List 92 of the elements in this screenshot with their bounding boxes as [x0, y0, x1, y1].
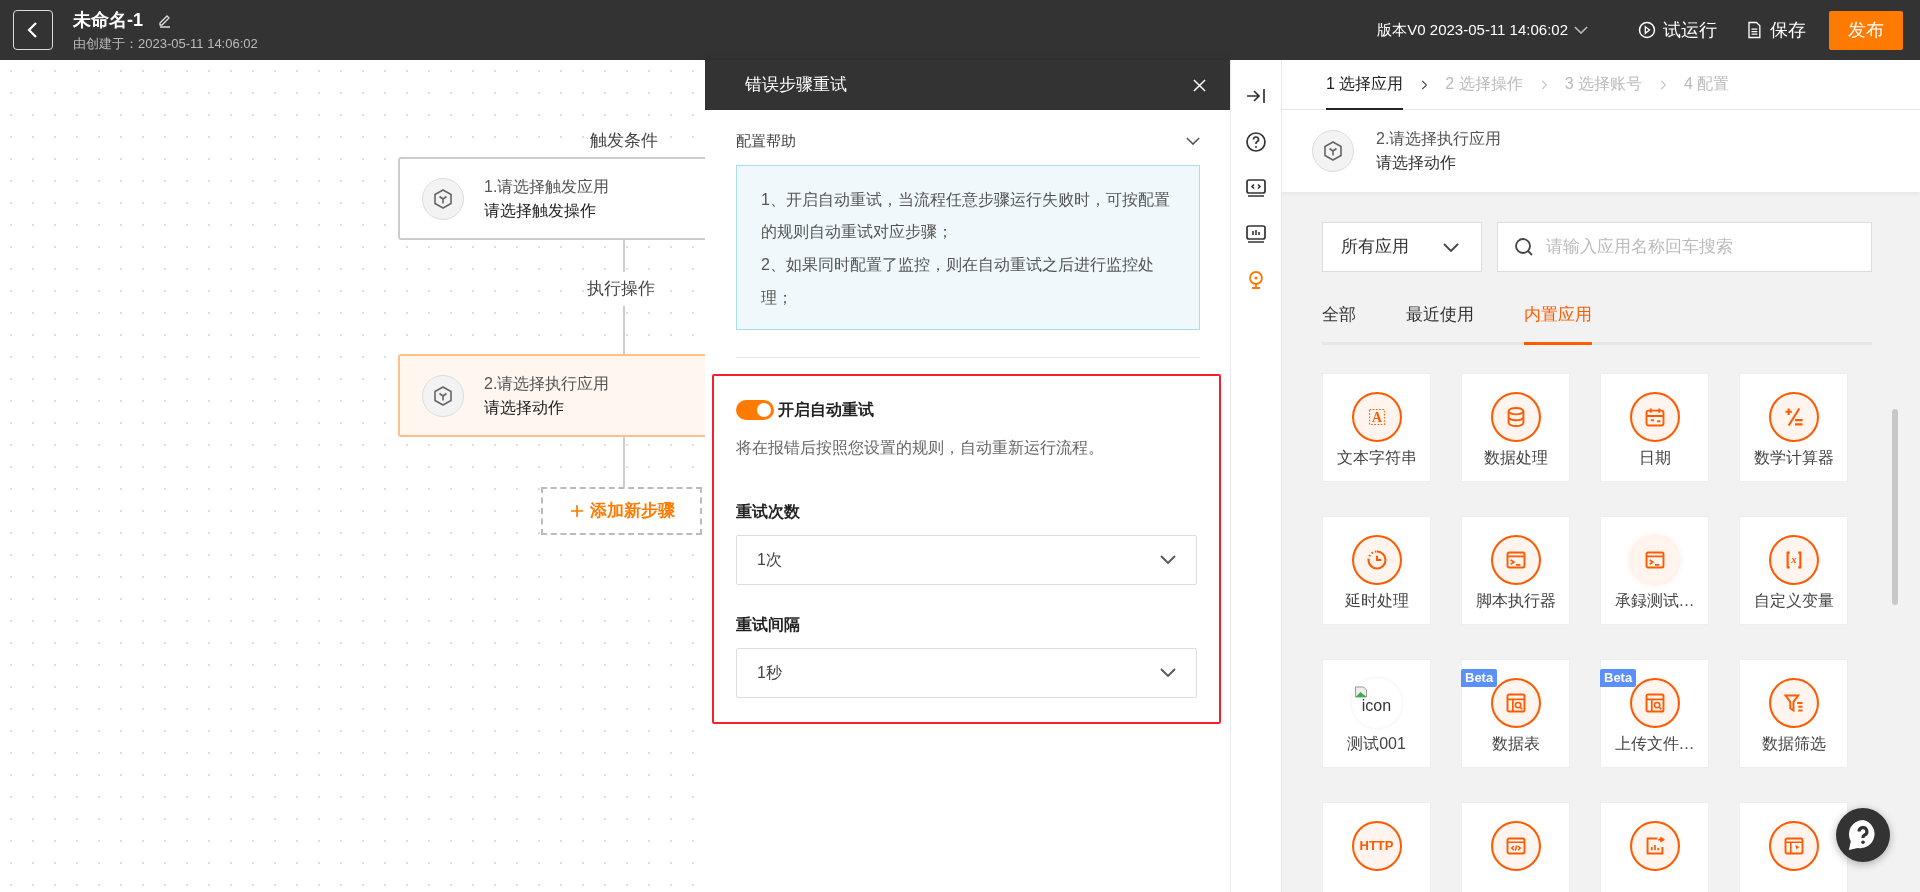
- field-label: 重试间隔: [736, 614, 801, 635]
- panel-title: 错误步骤重试: [745, 74, 847, 97]
- cube-icon: [431, 186, 455, 211]
- app-subtitle: 请选择动作: [1376, 153, 1457, 173]
- app-name: 测试001: [1347, 733, 1406, 754]
- app-card[interactable]: 延时处理: [1322, 515, 1431, 625]
- node-title: 2.请选择执行应用: [484, 373, 610, 394]
- chevron-icon: [1160, 555, 1176, 565]
- app-card[interactable]: 数据处理: [1461, 372, 1570, 482]
- cube-icon: [431, 383, 455, 408]
- select-field[interactable]: 1秒: [736, 647, 1197, 698]
- flow-title: 未命名-1: [73, 8, 143, 32]
- app-name: 上传文件…: [1614, 733, 1695, 754]
- help-icon[interactable]: [1244, 130, 1268, 154]
- flow-node[interactable]: 1.请选择触发应用 请选择触发操作: [398, 157, 705, 240]
- select-field[interactable]: 1次: [736, 534, 1197, 585]
- cube-icon: [1321, 139, 1345, 163]
- chart-icon[interactable]: [1244, 222, 1268, 246]
- node-subtitle: 请选择动作: [484, 397, 565, 418]
- app-title: 2.请选择执行应用: [1376, 129, 1502, 149]
- field-label: 重试次数: [736, 501, 801, 522]
- beta-badge: Beta: [1600, 668, 1637, 687]
- back-button[interactable]: [13, 10, 53, 50]
- help-toggle[interactable]: 配置帮助: [736, 130, 1200, 153]
- chevron-icon: [1160, 668, 1176, 678]
- chevron-icon: [1186, 137, 1200, 146]
- letter-a-icon: A: [1351, 391, 1402, 442]
- app-name: 数据筛选: [1761, 733, 1826, 754]
- flow-node[interactable]: 2.请选择执行应用 请选择动作: [398, 354, 705, 437]
- help-text: 2、如果同时配置了监控，则在自动重试之后进行监控处理；: [761, 255, 1155, 308]
- app-name: 数据处理: [1483, 447, 1548, 468]
- help-text: 1、开启自动重试，当流程任意步骤运行失败时，可按配置的规则自动重试对应步骤；: [761, 189, 1171, 243]
- search-icon: [1515, 238, 1533, 256]
- app-card[interactable]: Beta 数据表: [1461, 658, 1570, 768]
- node-subtitle: 请选择触发操作: [484, 200, 597, 221]
- app-card[interactable]: 日期: [1600, 372, 1709, 482]
- app-card[interactable]: 脚本执行器: [1461, 515, 1570, 625]
- app-name: 文本字符串: [1336, 447, 1417, 468]
- caret-icon: [1443, 242, 1459, 252]
- save-button[interactable]: 保存: [1734, 16, 1816, 44]
- play-icon: [1637, 20, 1657, 40]
- app-name: 延时处理: [1344, 590, 1409, 611]
- back-icon: [26, 20, 40, 40]
- terminal-icon: [1629, 534, 1680, 585]
- app-card[interactable]: x 自定义变量: [1739, 515, 1848, 625]
- code-window-icon: [1490, 820, 1541, 871]
- app-card[interactable]: 数据筛选: [1739, 658, 1848, 768]
- scrollbar[interactable]: [1892, 409, 1898, 605]
- app-card[interactable]: A 文本字符串: [1322, 372, 1431, 482]
- broken-image-icon: [1353, 685, 1368, 698]
- toggle-switch[interactable]: [736, 399, 774, 420]
- close-icon: [1193, 78, 1206, 92]
- created-time: 由创建于：2023-05-11 14:06:02: [73, 34, 258, 53]
- calendar-icon: [1629, 391, 1680, 442]
- toggle-label: 开启自动重试: [777, 399, 874, 420]
- http-icon: HTTP: [1351, 820, 1402, 871]
- help-icon: [1848, 820, 1878, 850]
- run-button[interactable]: 试运行: [1627, 16, 1727, 44]
- app-card[interactable]: Beta 上传文件…: [1600, 658, 1709, 768]
- database-icon: [1490, 391, 1541, 442]
- caret-icon: [1574, 26, 1588, 34]
- chart-export-icon: [1629, 820, 1680, 871]
- code-icon[interactable]: [1244, 176, 1268, 200]
- app-card[interactable]: 数学计算器: [1739, 372, 1848, 482]
- app-name: 脚本执行器: [1475, 590, 1556, 611]
- app-card[interactable]: 承録测试…: [1600, 515, 1709, 625]
- search-field[interactable]: 请输入应用名称回车搜索: [1497, 222, 1872, 272]
- alt-text: icon: [1361, 695, 1392, 716]
- terminal-icon: [1490, 534, 1541, 585]
- beta-badge: Beta: [1461, 668, 1498, 687]
- close-button[interactable]: [1193, 78, 1206, 92]
- description-text: 将在报错后按照您设置的规则，自动重新运行流程。: [736, 437, 1105, 458]
- step-label: 执行操作: [587, 272, 655, 306]
- node-title: 1.请选择触发应用: [484, 176, 610, 197]
- clock-icon: [1351, 534, 1402, 585]
- category-tab[interactable]: 最近使用: [1406, 302, 1474, 345]
- help-button[interactable]: [1836, 808, 1890, 862]
- window-cursor-icon: [1768, 820, 1819, 871]
- version-dropdown[interactable]: 版本V0 2023-05-11 14:06:02: [1367, 18, 1598, 42]
- category-tab[interactable]: 全部: [1322, 302, 1356, 345]
- app-name: 承録测试…: [1614, 590, 1695, 611]
- app-name: 数据表: [1491, 733, 1540, 754]
- calculator-icon: [1768, 391, 1819, 442]
- app-name: 数学计算器: [1753, 447, 1834, 468]
- app-card[interactable]: [1739, 801, 1848, 892]
- app-name: 日期: [1638, 447, 1671, 468]
- filter-icon: [1768, 677, 1819, 728]
- category-dropdown[interactable]: 所有应用: [1322, 222, 1482, 272]
- variable-icon: x: [1768, 534, 1819, 585]
- app-card[interactable]: icon 测试001: [1322, 658, 1431, 768]
- app-name: 自定义变量: [1753, 590, 1834, 611]
- plus-icon: [568, 502, 586, 520]
